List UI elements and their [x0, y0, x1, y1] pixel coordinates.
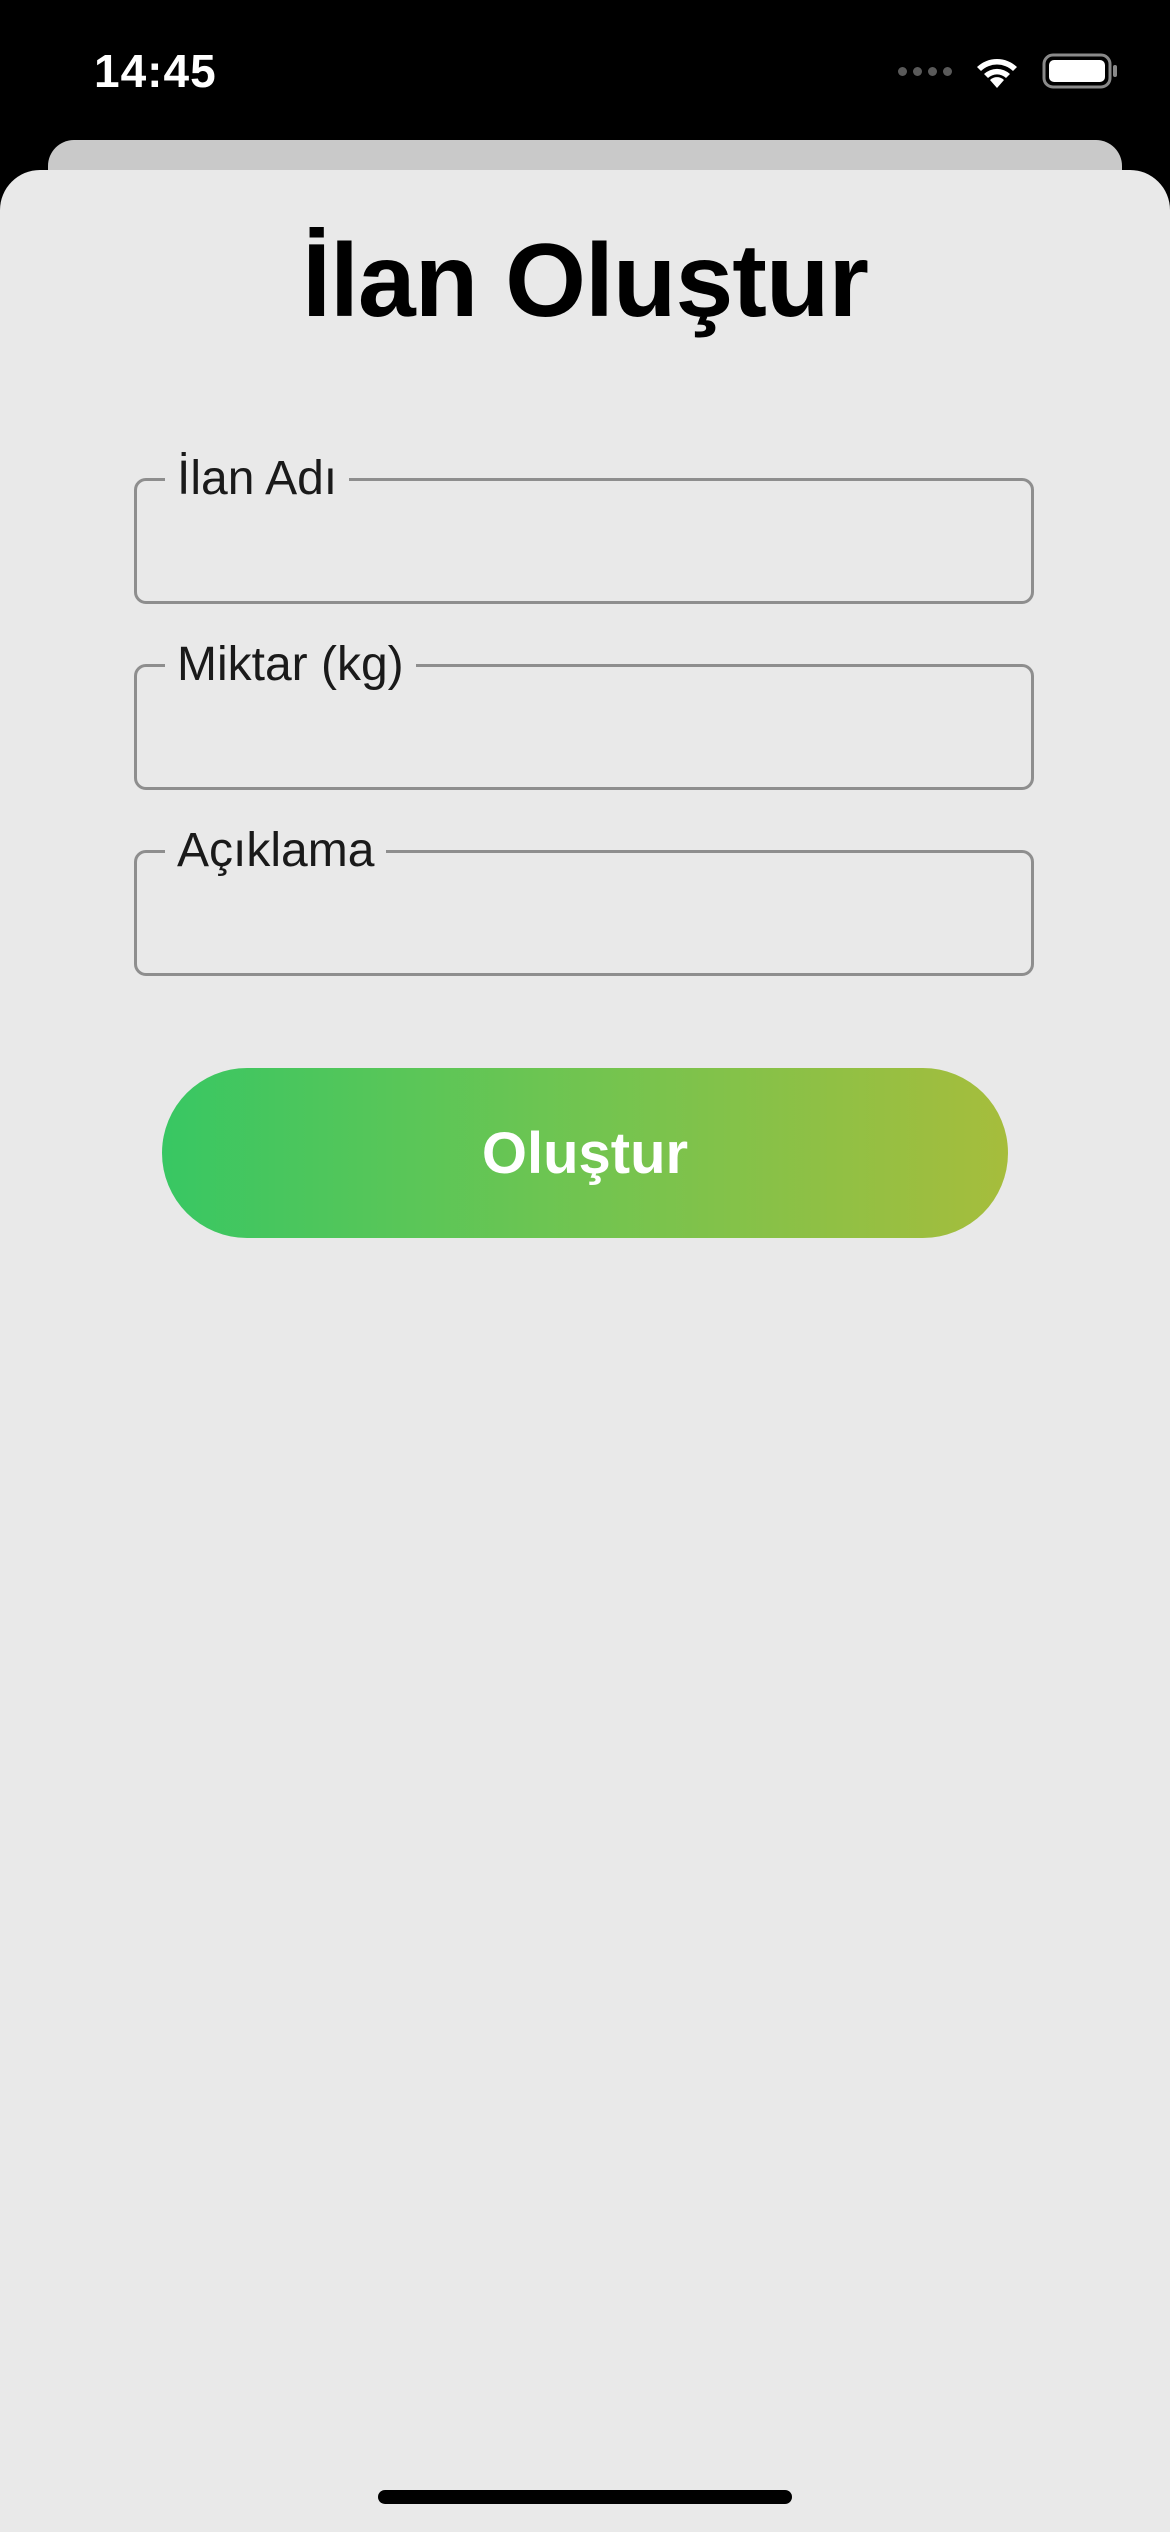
- create-button[interactable]: Oluştur: [162, 1068, 1008, 1238]
- quantity-label: Miktar (kg): [165, 633, 416, 697]
- status-icons: [898, 52, 1118, 90]
- modal-sheet: İlan Oluştur İlan Adı Miktar (kg) Açıkla…: [0, 170, 1170, 2532]
- cellular-signal-icon: [898, 66, 952, 76]
- wifi-icon: [977, 59, 1017, 88]
- description-field[interactable]: Açıklama: [134, 819, 1034, 976]
- home-indicator[interactable]: [378, 2490, 792, 2504]
- create-button-label: Oluştur: [481, 1120, 689, 1186]
- listing-name-input[interactable]: [157, 511, 1011, 583]
- listing-name-label: İlan Adı: [165, 447, 350, 511]
- status-time: 14:45: [94, 45, 217, 97]
- listing-name-field[interactable]: İlan Adı: [134, 447, 1034, 604]
- description-label: Açıklama: [165, 819, 387, 883]
- battery-icon: [1042, 53, 1117, 89]
- quantity-field[interactable]: Miktar (kg): [134, 633, 1034, 790]
- description-input[interactable]: [157, 883, 1011, 955]
- status-bar: 14:45: [0, 0, 1170, 140]
- quantity-input[interactable]: [157, 697, 1011, 769]
- page-title: İlan Oluştur: [302, 223, 869, 339]
